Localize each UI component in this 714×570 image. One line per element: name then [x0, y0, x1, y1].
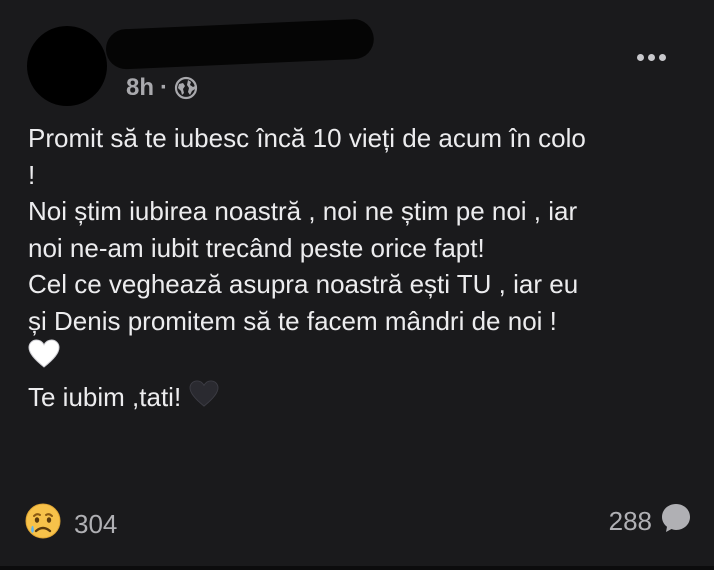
dot-icon [637, 54, 644, 61]
post-text-line: ! [28, 159, 36, 190]
reaction-count: 304 [74, 509, 118, 539]
dot-icon [648, 54, 655, 61]
author-name-redacted [105, 18, 375, 70]
post-text-line: Cel ce veghează asupra noastră ești TU ,… [28, 269, 579, 299]
post-emoji-line [28, 339, 698, 379]
meta-separator: · [160, 74, 169, 101]
post-meta: 8h · [126, 74, 198, 102]
avatar[interactable] [27, 26, 107, 106]
white-heart-icon [28, 339, 60, 379]
reactions-summary[interactable]: 304 [24, 502, 117, 547]
post-body: Promit să te iubesc încă 10 vieți de acu… [28, 120, 698, 418]
post-footer: 304 288 [0, 496, 714, 546]
black-heart-icon [188, 380, 220, 418]
post-time[interactable]: 8h [126, 74, 154, 102]
post-text-line: Noi știm iubirea noastră , noi ne știm p… [28, 196, 578, 226]
comment-count: 288 [608, 506, 652, 536]
post-card: 8h · Promit să te iubesc încă 10 vieți d… [0, 0, 714, 570]
post-text-line: Promit să te iubesc încă 10 vieți de acu… [28, 123, 586, 153]
more-options-button[interactable] [637, 54, 666, 61]
comment-bubble-icon [660, 502, 692, 541]
post-text-line: Te iubim ,tati! [28, 381, 182, 412]
dot-icon [659, 54, 666, 61]
post-text-line: și Denis promitem să te facem mândri de … [28, 305, 557, 336]
post-text-line: noi ne-am iubit trecând peste orice fapt… [28, 232, 485, 263]
sad-tear-emoji-icon [24, 502, 62, 547]
post-closing-line: Te iubim ,tati! [28, 379, 698, 418]
bottom-divider [0, 566, 714, 570]
globe-icon[interactable] [174, 76, 198, 100]
comments-summary[interactable]: 288 [609, 502, 692, 541]
